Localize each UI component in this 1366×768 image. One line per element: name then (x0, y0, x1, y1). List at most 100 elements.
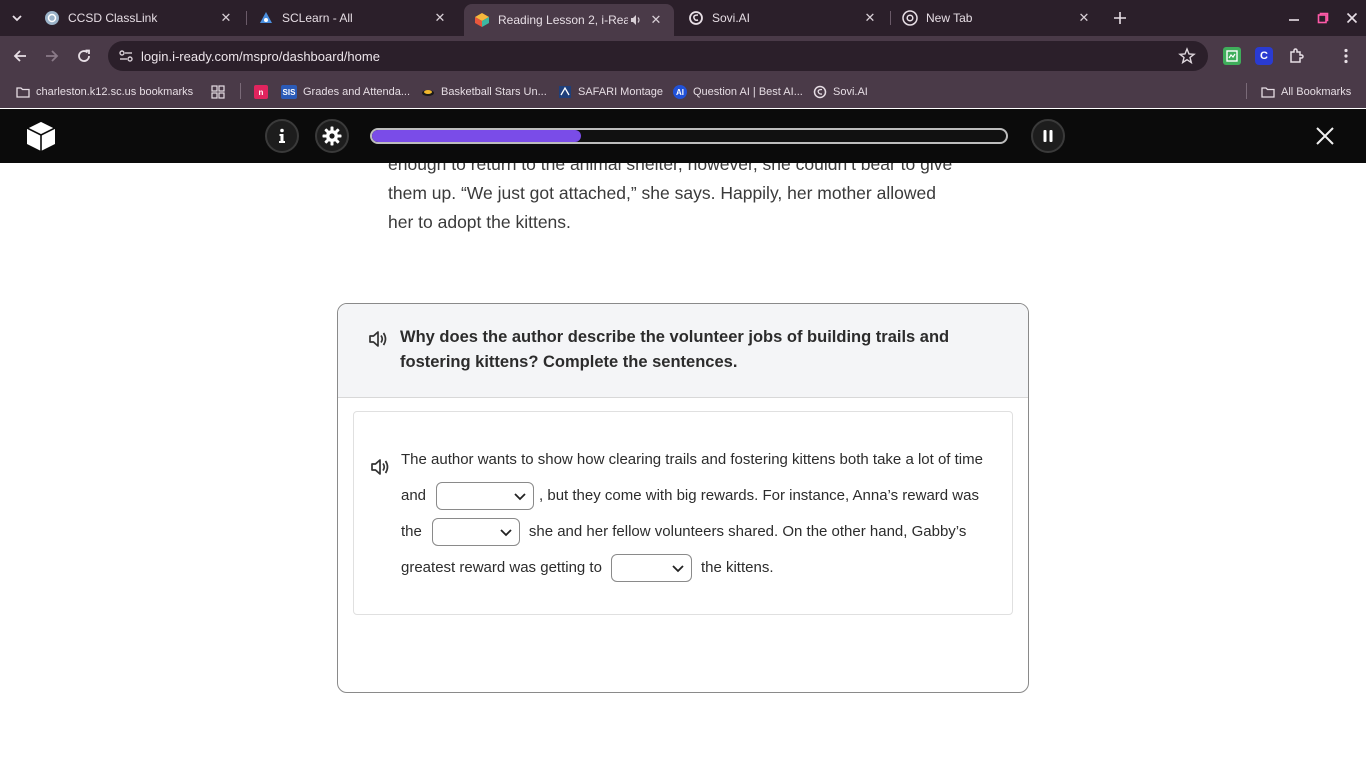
sentence-text: the kittens. (700, 559, 774, 576)
bookmark-label: Grades and Attenda... (303, 86, 411, 98)
sentence-text: the (401, 523, 422, 540)
sentence-line: The author wants to show how clearing tr… (401, 442, 983, 478)
info-icon (279, 128, 285, 143)
chevron-down-icon (12, 15, 22, 22)
new-tab-button[interactable] (1110, 8, 1130, 28)
tab-search-button[interactable] (6, 7, 28, 29)
bookmark-charleston[interactable]: charleston.k12.sc.us bookmarks (16, 83, 193, 101)
browser-toolbar: login.i-ready.com/mspro/dashboard/home C (0, 36, 1366, 76)
restore-button[interactable] (1313, 8, 1333, 28)
restore-icon (1317, 12, 1329, 24)
close-icon[interactable]: ✕ (218, 10, 234, 26)
sovi-icon (688, 10, 704, 26)
blank-dropdown-2[interactable] (431, 518, 520, 546)
classlink-icon (44, 10, 60, 26)
lesson-progress-bar (370, 128, 1008, 144)
chevron-down-icon (500, 529, 512, 537)
blank-dropdown-1[interactable] (436, 482, 535, 510)
bookmark-label: All Bookmarks (1281, 86, 1352, 98)
tab-new-tab[interactable]: New Tab ✕ (892, 0, 1102, 36)
minimize-icon (1289, 19, 1299, 21)
sentence-text: she and her fellow volunteers shared. On… (528, 523, 967, 540)
speaker-icon[interactable] (628, 12, 644, 28)
bookmark-n[interactable]: n (254, 83, 274, 101)
sentence-line: and , but they come with big rewards. Fo… (401, 478, 979, 514)
bookmark-grades[interactable]: SIS Grades and Attenda... (281, 83, 410, 101)
bookmark-separator (1246, 83, 1247, 99)
bookmark-all[interactable]: All Bookmarks (1261, 83, 1351, 101)
arrow-right-icon (46, 50, 59, 62)
bookmark-question-ai[interactable]: AI Question AI | Best AI... (673, 83, 803, 101)
question-text: Why does the author describe the volunte… (400, 328, 950, 371)
bookmark-basketball[interactable]: Basketball Stars Un... (421, 83, 547, 101)
sentence-text: and (401, 487, 427, 504)
sis-icon: SIS (281, 85, 297, 99)
speaker-icon[interactable] (367, 328, 389, 350)
sentence-text: The author wants to show how clearing tr… (401, 451, 983, 468)
blank-dropdown-3[interactable] (610, 554, 692, 582)
tab-separator (246, 11, 247, 25)
close-icon[interactable]: ✕ (862, 10, 878, 26)
site-info-icon[interactable] (118, 48, 134, 64)
close-lesson-icon[interactable] (1314, 125, 1336, 147)
extensions-puzzle-icon[interactable] (1288, 47, 1306, 65)
reload-button[interactable] (74, 46, 94, 66)
settings-button[interactable] (315, 119, 349, 153)
bookmark-star-icon[interactable] (1178, 47, 1196, 65)
back-button[interactable] (10, 46, 30, 66)
passage-line: her to adopt the kittens. (388, 212, 571, 232)
bookmark-label: charleston.k12.sc.us bookmarks (36, 86, 194, 98)
tab-strip: CCSD ClassLink ✕ SCLearn - All ✕ Reading… (0, 0, 1366, 36)
bookmark-label: SAFARI Montage (578, 86, 663, 98)
extension-c-icon[interactable]: C (1255, 47, 1273, 65)
pause-button[interactable] (1031, 119, 1065, 153)
gear-icon (322, 126, 342, 146)
bookmark-label: Basketball Stars Un... (441, 86, 547, 98)
tab-separator (890, 11, 891, 25)
safari-montage-icon (558, 85, 572, 99)
info-button[interactable] (265, 119, 299, 153)
iready-icon (474, 12, 490, 28)
minimize-button[interactable] (1284, 8, 1304, 28)
close-icon[interactable]: ✕ (648, 12, 664, 28)
bookmark-label: Sovi.AI (833, 86, 868, 98)
tab-sclearn[interactable]: SCLearn - All ✕ (248, 0, 458, 36)
tab-ccsd-classlink[interactable]: CCSD ClassLink ✕ (34, 0, 244, 36)
chevron-down-icon (514, 493, 526, 501)
apps-grid-icon (211, 85, 225, 99)
question-header: Why does the author describe the volunte… (338, 304, 1028, 398)
close-icon (1346, 12, 1358, 24)
plus-icon (1114, 12, 1126, 24)
close-icon[interactable]: ✕ (1076, 10, 1092, 26)
managed-folder-icon (16, 85, 30, 99)
chevron-down-icon (672, 565, 684, 573)
bookmark-safari[interactable]: SAFARI Montage (558, 83, 663, 101)
chrome-icon (902, 10, 918, 26)
bookmarks-bar: charleston.k12.sc.us bookmarks n SIS Gra… (0, 76, 1366, 108)
tab-label: New Tab (926, 11, 973, 25)
speaker-icon[interactable] (369, 456, 391, 478)
reload-icon (78, 49, 90, 62)
bookmark-label: Question AI | Best AI... (693, 86, 803, 98)
sclearn-icon (258, 10, 274, 26)
tab-sovi[interactable]: Sovi.AI ✕ (678, 0, 888, 36)
forward-button[interactable] (42, 46, 62, 66)
basketball-icon (421, 85, 435, 99)
close-icon[interactable]: ✕ (432, 10, 448, 26)
passage-text: enough to return to the animal shelter, … (388, 163, 1008, 237)
tab-reading-lesson[interactable]: Reading Lesson 2, i-Ready ✕ (464, 4, 674, 36)
extension-green-icon[interactable] (1223, 47, 1241, 65)
passage-line: enough to return to the animal shelter, … (388, 163, 953, 174)
arrow-left-icon (13, 50, 26, 62)
lesson-progress-fill (372, 130, 582, 142)
address-bar[interactable]: login.i-ready.com/mspro/dashboard/home (108, 41, 1208, 71)
n-logo-icon: n (254, 85, 268, 99)
tab-label: SCLearn - All (282, 11, 353, 25)
close-window-button[interactable] (1342, 8, 1362, 28)
bookmark-sovi[interactable]: Sovi.AI (813, 83, 868, 101)
folder-icon (1261, 85, 1275, 99)
sentence-text: , but they come with big rewards. For in… (539, 487, 979, 504)
menu-kebab-icon[interactable] (1337, 47, 1355, 65)
pause-icon (1043, 130, 1053, 142)
apps-button[interactable] (211, 83, 231, 101)
